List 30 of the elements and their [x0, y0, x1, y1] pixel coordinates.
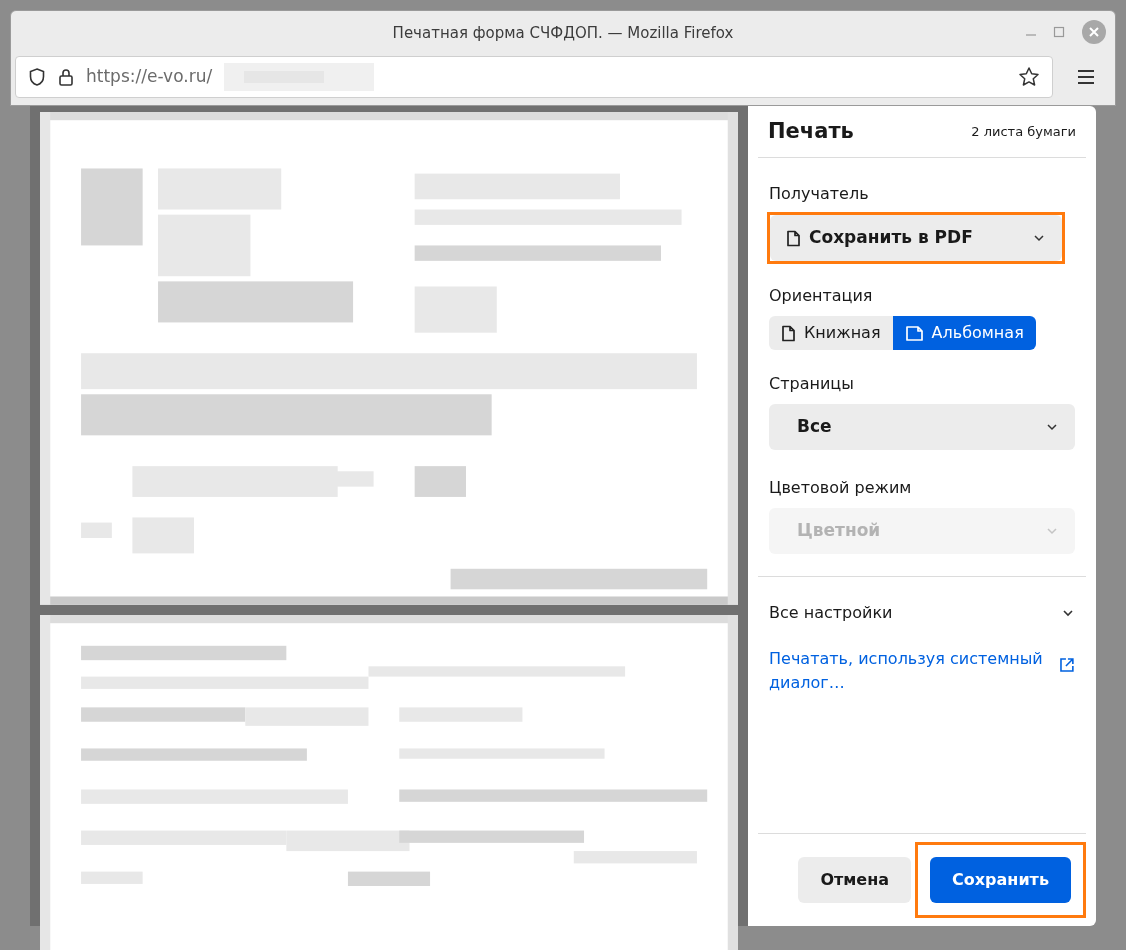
page-icon: [781, 324, 796, 342]
close-icon[interactable]: [1081, 19, 1107, 45]
more-settings-toggle[interactable]: Все настройки: [769, 601, 1075, 625]
dropdown-select[interactable]: Сохранить в PDF: [770, 215, 1062, 261]
dropdown-select[interactable]: Все: [769, 404, 1075, 450]
select-value: Сохранить в PDF: [809, 226, 973, 250]
panel-title: Печать: [768, 117, 854, 145]
field-label: Цветовой режим: [769, 477, 913, 499]
address-field[interactable]: https://e-vo.ru/: [15, 56, 1053, 98]
star-icon[interactable]: [1018, 66, 1040, 88]
orientation-toggle[interactable]: Альбомная: [892, 316, 1036, 350]
system-dialog-link[interactable]: Печатать, используя системный диалог…: [769, 647, 1052, 695]
field-label: Страницы: [769, 373, 855, 395]
save-button[interactable]: Сохранить: [930, 857, 1071, 903]
select-value: Все: [796, 415, 832, 439]
orientation-toggle[interactable]: Книжная: [769, 316, 893, 350]
sheet-count: 2 листа бумаги: [971, 122, 1076, 141]
field-label: Ориентация: [769, 285, 874, 307]
cancel-button[interactable]: Отмена: [798, 857, 912, 903]
external-link-icon: [1059, 657, 1075, 673]
landscape-page-icon: [904, 324, 924, 342]
maximize-icon[interactable]: [1053, 26, 1065, 38]
menu-icon[interactable]: [1077, 69, 1095, 85]
shield-icon: [28, 67, 46, 87]
select-value: Цветной: [796, 519, 881, 543]
url-text: https://e-vo.ru/: [86, 65, 213, 89]
page-icon: [786, 229, 801, 247]
field-label: Получатель: [769, 183, 870, 205]
lock-icon: [58, 67, 74, 87]
window-title: Печатная форма СЧФДОП. — Mozilla Firefox: [392, 22, 734, 44]
